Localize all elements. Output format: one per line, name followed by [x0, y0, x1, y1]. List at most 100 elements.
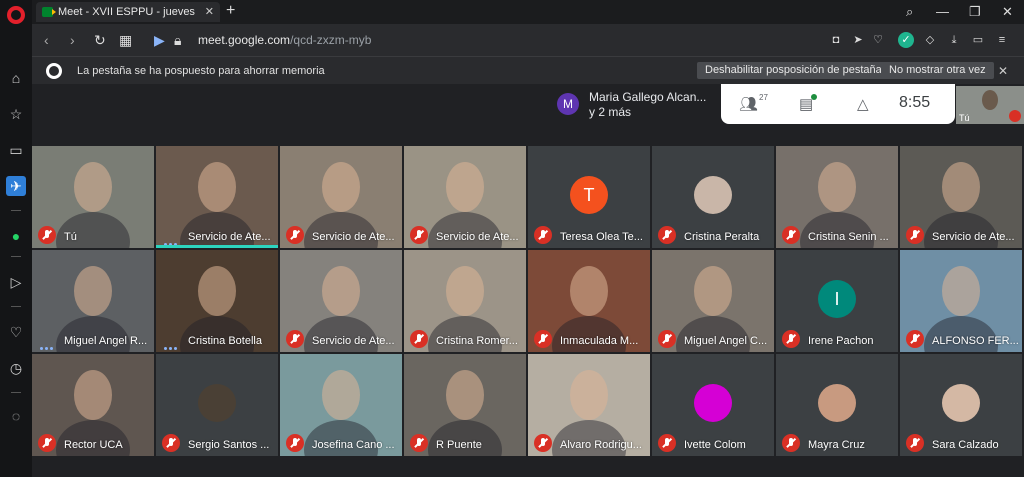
activities-icon[interactable]: △ [857, 95, 869, 113]
tab-close-icon[interactable]: ✕ [205, 2, 214, 22]
participant-name: Cristina Peralta [684, 231, 760, 243]
meet-call-area: M Maria Gallego Alcan... y 2 más 👥︎ 27 ▤… [32, 84, 1024, 477]
participant-name: Servicio de Ate... [932, 231, 1015, 243]
participant-video-face [322, 266, 360, 316]
participant-tile[interactable]: Servicio de Ate... [900, 146, 1022, 248]
participant-tile[interactable]: Tú [32, 146, 154, 248]
participant-tile[interactable]: Cristina Botella [156, 250, 278, 352]
vpn-check-icon[interactable]: ✓ [898, 32, 914, 48]
snapshot-icon[interactable]: ◘ [828, 32, 844, 48]
participant-tile[interactable]: Miguel Angel C... [652, 250, 774, 352]
speaking-indicator-icon [40, 337, 58, 350]
disable-snooze-button[interactable]: Deshabilitar posposición de pestañas [697, 62, 896, 79]
participant-tile[interactable]: Alvaro Rodrigu... [528, 354, 650, 456]
mic-off-icon [782, 330, 800, 348]
tab-bar: Meet - XVII ESPPU - jueves ✕ + ⌕ — ❐ ✕ [32, 0, 1024, 24]
new-tab-button[interactable]: + [226, 0, 235, 22]
address-bar: ‹ › ↻ ▦ ▶ 🔒︎ meet.google.com/qcd-zxzm-my… [32, 24, 1024, 56]
participant-name: Servicio de Ate... [312, 335, 395, 347]
home-icon[interactable]: ⌂ [6, 68, 26, 88]
dont-show-again-button[interactable]: No mostrar otra vez [881, 62, 994, 79]
download-icon[interactable]: ⤓ [946, 32, 962, 48]
speaking-indicator-icon [164, 337, 182, 350]
url-host: meet.google.com [198, 33, 291, 47]
presenter-name: Maria Gallego Alcan... [589, 90, 707, 104]
participant-name: Irene Pachon [808, 335, 874, 347]
restore-icon[interactable]: ❐ [969, 0, 981, 24]
participant-tile[interactable]: Cristina Romer... [404, 250, 526, 352]
participant-tile[interactable]: Inmaculada M... [528, 250, 650, 352]
participant-tile[interactable]: Servicio de Ate... [404, 146, 526, 248]
mic-off-icon [906, 434, 924, 452]
active-speaker-bar [156, 245, 278, 248]
presenter-indicator[interactable]: M Maria Gallego Alcan... y 2 más [552, 84, 722, 124]
sidebar-divider [11, 210, 21, 211]
participant-name: R Puente [436, 439, 482, 451]
self-view-thumbnail[interactable]: Tú [956, 86, 1024, 124]
participant-tile[interactable]: T Teresa Olea Te... [528, 146, 650, 248]
participant-avatar-letter: I [818, 280, 856, 318]
mic-off-icon [286, 330, 304, 348]
participant-tile[interactable]: I Irene Pachon [776, 250, 898, 352]
wallet-icon[interactable]: ▭ [6, 140, 26, 160]
tab-snooze-infobar: La pestaña se ha pospuesto para ahorrar … [32, 56, 1024, 84]
minimize-icon[interactable]: — [936, 0, 949, 24]
participant-name: Servicio de Ate... [436, 231, 519, 243]
close-window-icon[interactable]: ✕ [1002, 0, 1013, 24]
lock-icon[interactable]: 🔒︎ [174, 24, 181, 56]
flow-icon[interactable]: ✈ [6, 176, 26, 196]
mic-off-icon [410, 434, 428, 452]
participant-name: Rector UCA [64, 439, 123, 451]
forward-icon[interactable]: › [70, 24, 75, 56]
tab-meet[interactable]: Meet - XVII ESPPU - jueves ✕ [36, 2, 220, 22]
opera-info-icon [46, 63, 62, 79]
mic-off-icon [286, 434, 304, 452]
participant-tile[interactable]: ALFONSO FER... [900, 250, 1022, 352]
tabs-grid-icon[interactable]: ▦ [119, 24, 132, 56]
participant-name: Servicio de Ate... [188, 231, 271, 243]
easy-setup-icon[interactable]: ≡ [994, 32, 1010, 48]
infobar-close-icon[interactable]: ✕ [998, 57, 1008, 85]
participant-video-face [198, 266, 236, 316]
participant-tile[interactable]: R Puente [404, 354, 526, 456]
heart-bookmark-icon[interactable]: ♡ [870, 32, 886, 48]
reload-icon[interactable]: ↻ [94, 24, 106, 56]
history-icon[interactable]: ◷ [6, 358, 26, 378]
participant-tile[interactable]: Mayra Cruz [776, 354, 898, 456]
participants-icon[interactable]: 👥︎ [739, 95, 758, 113]
participant-tile[interactable]: Servicio de Ate... [280, 250, 402, 352]
participant-tile[interactable]: Ivette Colom [652, 354, 774, 456]
participant-tile[interactable]: Servicio de Ate... [156, 146, 278, 248]
battery-icon[interactable]: ▭ [970, 32, 986, 48]
opera-logo-icon[interactable] [7, 6, 25, 24]
search-tabs-icon[interactable]: ⌕ [906, 0, 913, 24]
participant-tile[interactable]: Cristina Senin ... [776, 146, 898, 248]
presenter-avatar: M [557, 93, 579, 115]
extension-cube-icon[interactable]: ◇ [922, 32, 938, 48]
url-field[interactable]: meet.google.com/qcd-zxzm-myb [198, 24, 371, 56]
participant-tile[interactable]: Sergio Santos ... [156, 354, 278, 456]
player-icon[interactable]: ▷ [6, 272, 26, 292]
url-path: /qcd-zxzm-myb [290, 33, 372, 47]
participant-tile[interactable]: Sara Calzado [900, 354, 1022, 456]
send-icon[interactable]: ➤ [850, 32, 866, 48]
mic-off-icon [410, 330, 428, 348]
tab-title: Meet - XVII ESPPU - jueves [58, 6, 195, 18]
participant-video-face [322, 162, 360, 212]
bookmarks-icon[interactable]: ☆ [6, 104, 26, 124]
participant-tile[interactable]: Servicio de Ate... [280, 146, 402, 248]
back-icon[interactable]: ‹ [44, 24, 49, 56]
participant-name: Sergio Santos ... [188, 439, 270, 451]
participant-avatar-photo [198, 384, 236, 422]
participant-tile[interactable]: Miguel Angel R... [32, 250, 154, 352]
camera-in-use-icon[interactable]: ▶ [154, 24, 165, 56]
participant-tile[interactable]: Cristina Peralta [652, 146, 774, 248]
mic-off-icon [782, 434, 800, 452]
participant-tile[interactable]: Rector UCA [32, 354, 154, 456]
infobar-message: La pestaña se ha pospuesto para ahorrar … [77, 65, 325, 77]
bulb-icon[interactable]: ◌ [6, 406, 26, 426]
whatsapp-icon[interactable]: ● [6, 226, 26, 246]
participant-video-face [74, 162, 112, 212]
heart-icon[interactable]: ♡ [6, 322, 26, 342]
participant-tile[interactable]: Josefina Cano ... [280, 354, 402, 456]
